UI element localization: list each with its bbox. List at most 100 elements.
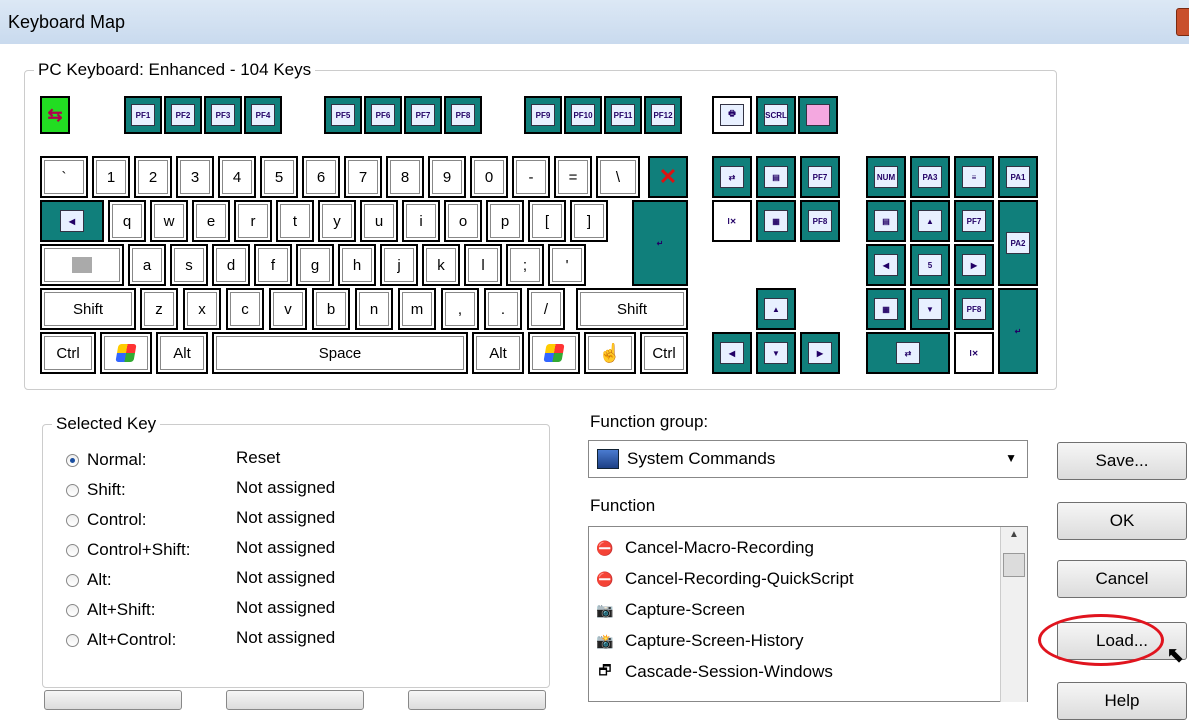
modifier-radio-5[interactable]: Alt:	[66, 568, 112, 592]
key[interactable]: y	[318, 200, 356, 242]
pf-key[interactable]: PF1	[124, 96, 162, 134]
key[interactable]: =	[554, 156, 592, 198]
function-list-item[interactable]: 📷 Capture-Screen	[595, 595, 745, 625]
keypad-7-key[interactable]: ▤	[866, 200, 906, 242]
page-up-key[interactable]: PF7	[800, 156, 840, 198]
key[interactable]: \	[596, 156, 640, 198]
key[interactable]: s	[170, 244, 208, 286]
modifier-radio-7[interactable]: Alt+Control:	[66, 628, 176, 652]
keypad-multiply-key[interactable]: ≡	[954, 156, 994, 198]
end-key[interactable]: ▦	[756, 200, 796, 242]
left-alt-key[interactable]: Alt	[156, 332, 208, 374]
radio-icon[interactable]	[66, 483, 79, 497]
key[interactable]: e	[192, 200, 230, 242]
key[interactable]: 6	[302, 156, 340, 198]
function-list-item[interactable]: ⛔ Cancel-Recording-QuickScript	[595, 564, 853, 594]
key[interactable]: 1	[92, 156, 130, 198]
modifier-radio-4[interactable]: Control+Shift:	[66, 538, 190, 562]
keypad-6-key[interactable]: ▶	[954, 244, 994, 286]
function-list-item[interactable]: 📸 Capture-Screen-History	[595, 626, 803, 656]
key[interactable]: a	[128, 244, 166, 286]
radio-icon[interactable]	[66, 513, 79, 527]
key[interactable]: '	[548, 244, 586, 286]
pf-key[interactable]: PF11	[604, 96, 642, 134]
key[interactable]: 2	[134, 156, 172, 198]
up-arrow-key[interactable]: ▲	[756, 288, 796, 330]
key[interactable]: 9	[428, 156, 466, 198]
save-button[interactable]: Save...	[1057, 442, 1187, 480]
function-listbox[interactable]: ⛔ Cancel-Macro-Recording ⛔ Cancel-Recording…	[588, 526, 1028, 702]
num-lock-key[interactable]: NUM	[866, 156, 906, 198]
key[interactable]: .	[484, 288, 522, 330]
key[interactable]: [	[528, 200, 566, 242]
left-arrow-key[interactable]: ◀	[712, 332, 752, 374]
radio-icon[interactable]	[66, 543, 79, 557]
function-scrollbar[interactable]: ▲	[1000, 527, 1027, 702]
key[interactable]: `	[40, 156, 88, 198]
right-shift-key[interactable]: Shift	[576, 288, 688, 330]
modifier-radio-1[interactable]: Normal:	[66, 448, 147, 472]
menu-key[interactable]: ☝	[584, 332, 636, 374]
key[interactable]: m	[398, 288, 436, 330]
key[interactable]: ,	[441, 288, 479, 330]
pf-key[interactable]: PF8	[444, 96, 482, 134]
insert-key[interactable]: ⇄	[712, 156, 752, 198]
key[interactable]: ;	[506, 244, 544, 286]
keypad-enter-key[interactable]: ↵	[998, 288, 1038, 374]
key[interactable]: q	[108, 200, 146, 242]
ok-button[interactable]: OK	[1057, 502, 1187, 540]
down-arrow-key[interactable]: ▼	[756, 332, 796, 374]
key[interactable]: g	[296, 244, 334, 286]
function-list-item[interactable]: ⛔ Cancel-Macro-Recording	[595, 533, 814, 563]
right-windows-key[interactable]	[528, 332, 580, 374]
function-group-select[interactable]: System Commands ▼	[588, 440, 1028, 478]
right-ctrl-key[interactable]: Ctrl	[640, 332, 688, 374]
scroll-thumb[interactable]	[1003, 553, 1025, 577]
key[interactable]: r	[234, 200, 272, 242]
scroll-up-icon[interactable]: ▲	[1009, 529, 1019, 540]
keypad-8-key[interactable]: ▲	[910, 200, 950, 242]
pf-key[interactable]: PF9	[524, 96, 562, 134]
key[interactable]: 4	[218, 156, 256, 198]
radio-icon[interactable]	[66, 453, 79, 467]
key[interactable]: 7	[344, 156, 382, 198]
pf-key[interactable]: PF3	[204, 96, 242, 134]
key[interactable]: l	[464, 244, 502, 286]
delete-key[interactable]: I✕	[712, 200, 752, 242]
pf-key[interactable]: PF10	[564, 96, 602, 134]
pf-key[interactable]: PF7	[404, 96, 442, 134]
keypad-9-key[interactable]: PF7	[954, 200, 994, 242]
keypad-1-key[interactable]: ▦	[866, 288, 906, 330]
tab-key[interactable]: ◀	[40, 200, 104, 242]
key[interactable]: p	[486, 200, 524, 242]
bottom-button-2[interactable]	[226, 690, 364, 710]
key[interactable]: 3	[176, 156, 214, 198]
backspace-key[interactable]: ✕	[648, 156, 688, 198]
key[interactable]: b	[312, 288, 350, 330]
close-button[interactable]	[1176, 8, 1189, 36]
key[interactable]: /	[527, 288, 565, 330]
right-alt-key[interactable]: Alt	[472, 332, 524, 374]
key[interactable]: h	[338, 244, 376, 286]
keypad-3-key[interactable]: PF8	[954, 288, 994, 330]
pf-key[interactable]: PF2	[164, 96, 202, 134]
left-windows-key[interactable]	[100, 332, 152, 374]
modifier-radio-2[interactable]: Shift:	[66, 478, 126, 502]
key[interactable]: j	[380, 244, 418, 286]
key[interactable]: ]	[570, 200, 608, 242]
key[interactable]: v	[269, 288, 307, 330]
cancel-button[interactable]: Cancel	[1057, 560, 1187, 598]
keypad-plus-key[interactable]: PA2	[998, 200, 1038, 286]
key[interactable]: 8	[386, 156, 424, 198]
keypad-4-key[interactable]: ◀	[866, 244, 906, 286]
key[interactable]: w	[150, 200, 188, 242]
print-key[interactable]: 🖶	[712, 96, 752, 134]
pf-key[interactable]: PF12	[644, 96, 682, 134]
keypad-divide-key[interactable]: PA3	[910, 156, 950, 198]
key[interactable]: 0	[470, 156, 508, 198]
pf-key[interactable]: PF5	[324, 96, 362, 134]
radio-icon[interactable]	[66, 603, 79, 617]
caps-lock-key[interactable]	[40, 244, 124, 286]
enter-key[interactable]: ↵	[632, 200, 688, 286]
key[interactable]: f	[254, 244, 292, 286]
